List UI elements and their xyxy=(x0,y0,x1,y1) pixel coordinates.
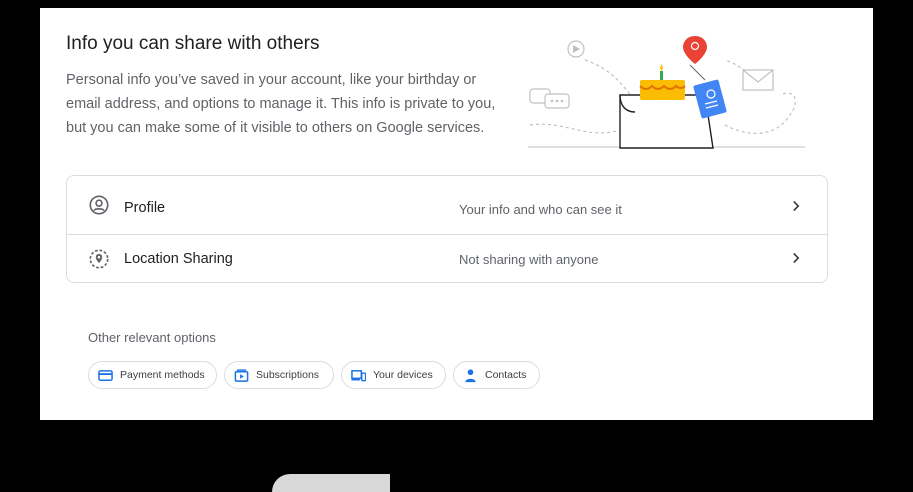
location-sharing-label: Location Sharing xyxy=(124,251,233,267)
chevron-right-icon xyxy=(793,252,800,264)
share-info-illustration xyxy=(528,36,805,149)
contacts-chip[interactable]: Contacts xyxy=(453,361,540,389)
share-info-card: Info you can share with others Personal … xyxy=(40,8,873,420)
subscriptions-chip[interactable]: Subscriptions xyxy=(224,361,334,389)
payment-methods-label: Payment methods xyxy=(120,369,205,381)
section-title: Info you can share with others xyxy=(66,33,320,54)
chevron-right-icon xyxy=(793,200,800,212)
section-description: Personal info you’ve saved in your accou… xyxy=(66,72,496,136)
devices-icon xyxy=(351,370,366,382)
payment-methods-chip[interactable]: Payment methods xyxy=(88,361,217,389)
person-icon xyxy=(465,369,476,383)
other-options-label: Other relevant options xyxy=(88,330,216,345)
profile-label: Profile xyxy=(124,200,166,216)
contacts-label: Contacts xyxy=(485,369,527,381)
credit-card-icon xyxy=(98,370,113,381)
location-sharing-row[interactable]: Location Sharing Not sharing with anyone xyxy=(67,234,827,284)
account-circle-icon xyxy=(89,195,109,215)
profile-row[interactable]: Profile Your info and who can see it xyxy=(67,176,827,234)
your-devices-chip[interactable]: Your devices xyxy=(341,361,446,389)
subscriptions-icon xyxy=(234,369,249,382)
location-sharing-icon xyxy=(89,249,109,269)
location-sharing-value: Not sharing with anyone xyxy=(459,252,599,267)
your-devices-label: Your devices xyxy=(373,369,433,381)
subscriptions-label: Subscriptions xyxy=(256,369,320,381)
share-info-list: Profile Your info and who can see it Loc… xyxy=(66,175,828,283)
background-shape xyxy=(272,474,390,492)
profile-value: Your info and who can see it xyxy=(459,202,622,217)
